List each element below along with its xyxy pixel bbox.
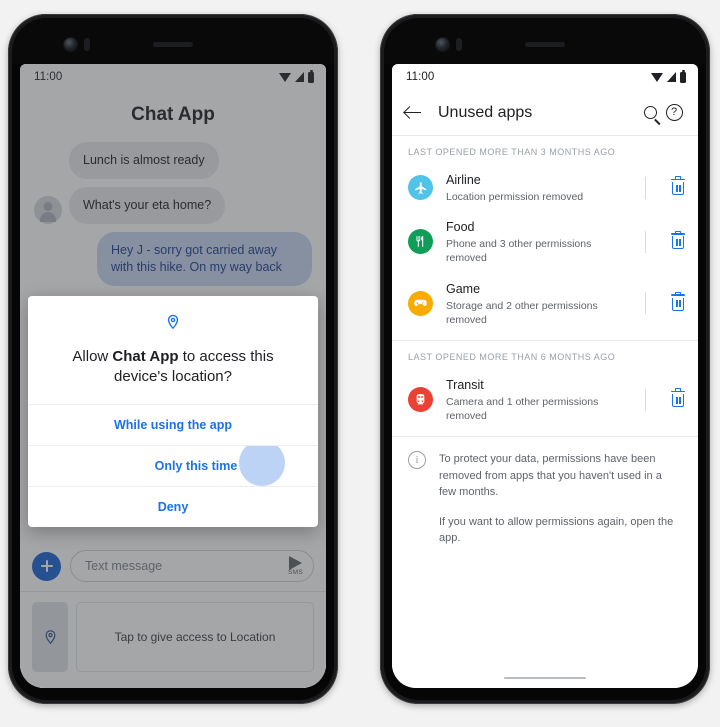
app-name: Game bbox=[446, 281, 481, 296]
list-item-text: Game Storage and 2 other permissions rem… bbox=[446, 280, 632, 327]
status-system-icons bbox=[651, 69, 686, 83]
info-text: To protect your data, permissions have b… bbox=[439, 451, 680, 547]
app-subtitle: Storage and 2 other permissions removed bbox=[446, 299, 598, 326]
unused-apps-screen: 11:00 Unused apps ? LAST OPENED MORE THA… bbox=[392, 64, 698, 688]
dialog-option-label: Deny bbox=[157, 500, 189, 514]
location-pin-icon bbox=[167, 314, 179, 330]
search-icon bbox=[643, 106, 657, 119]
search-button[interactable] bbox=[638, 101, 662, 125]
info-icon: i bbox=[408, 451, 426, 470]
divider bbox=[645, 230, 646, 253]
gamepad-icon bbox=[408, 290, 433, 316]
phone-inner-left: 11:00 Chat App Lunch is almost ready Wha… bbox=[12, 18, 334, 700]
back-arrow-icon[interactable] bbox=[402, 102, 424, 124]
unused-apps-list[interactable]: LAST OPENED MORE THAN 3 MONTHS AGO Airli… bbox=[392, 136, 698, 688]
app-subtitle: Location permission removed bbox=[446, 191, 584, 203]
dialog-option-label: Only this time bbox=[154, 459, 238, 473]
list-item[interactable]: Airline Location permission removed bbox=[392, 164, 698, 211]
phone-device-right: 11:00 Unused apps ? LAST OPENED MORE THA… bbox=[380, 14, 710, 704]
dialog-title-app: Chat App bbox=[112, 348, 179, 365]
help-button[interactable]: ? bbox=[662, 101, 686, 125]
screen-right: 11:00 Unused apps ? LAST OPENED MORE THA… bbox=[392, 64, 698, 688]
signal-icon bbox=[667, 72, 676, 82]
list-item[interactable]: Transit Camera and 1 other permissions r… bbox=[392, 369, 698, 430]
list-item-text: Transit Camera and 1 other permissions r… bbox=[446, 376, 632, 423]
train-icon bbox=[408, 387, 433, 413]
dialog-option-only-this-time[interactable]: Only this time bbox=[28, 445, 318, 486]
list-item[interactable]: Game Storage and 2 other permissions rem… bbox=[392, 273, 698, 334]
status-time: 11:00 bbox=[406, 71, 435, 83]
list-item-text: Food Phone and 3 other permissions remov… bbox=[446, 218, 632, 265]
home-gesture-bar[interactable] bbox=[504, 676, 586, 679]
divider bbox=[645, 388, 646, 411]
app-name: Transit bbox=[446, 377, 484, 392]
section-header: LAST OPENED MORE THAN 6 MONTHS AGO bbox=[408, 351, 616, 362]
restaurant-icon bbox=[408, 229, 433, 255]
info-paragraph: To protect your data, permissions have b… bbox=[439, 453, 662, 499]
dialog-header: Allow Chat App to access this device's l… bbox=[28, 296, 318, 404]
proximity-sensor-icon bbox=[84, 38, 90, 51]
app-subtitle: Camera and 1 other permissions removed bbox=[446, 395, 599, 423]
app-name: Food bbox=[446, 220, 475, 235]
phone-inner-right: 11:00 Unused apps ? LAST OPENED MORE THA… bbox=[384, 18, 706, 700]
wifi-icon bbox=[651, 72, 663, 82]
front-camera-icon bbox=[64, 38, 77, 51]
screenshot-stage: 11:00 Chat App Lunch is almost ready Wha… bbox=[0, 0, 720, 727]
trash-icon[interactable] bbox=[670, 388, 686, 409]
phone-top-bezel bbox=[384, 18, 706, 64]
dialog-option-label: While using the app bbox=[113, 418, 233, 432]
permission-dialog: Allow Chat App to access this device's l… bbox=[28, 296, 318, 527]
info-block: i To protect your data, permissions have… bbox=[392, 437, 698, 547]
section-header: LAST OPENED MORE THAN 3 MONTHS AGO bbox=[408, 147, 616, 157]
info-paragraph: If you want to allow permissions again, … bbox=[439, 515, 674, 545]
divider bbox=[645, 176, 646, 199]
phone-top-bezel bbox=[12, 18, 334, 64]
help-icon: ? bbox=[665, 104, 683, 121]
dialog-title: Allow Chat App to access this device's l… bbox=[48, 347, 298, 386]
screen-left: 11:00 Chat App Lunch is almost ready Wha… bbox=[20, 64, 326, 688]
app-name: Airline bbox=[446, 173, 481, 187]
trash-icon[interactable] bbox=[670, 292, 686, 312]
trash-icon[interactable] bbox=[670, 176, 686, 197]
front-camera-icon bbox=[436, 38, 449, 51]
dialog-title-prefix: Allow bbox=[72, 348, 113, 365]
list-item-text: Airline Location permission removed bbox=[446, 171, 632, 204]
earpiece-speaker bbox=[153, 42, 193, 47]
proximity-sensor-icon bbox=[456, 38, 462, 51]
divider bbox=[645, 292, 646, 315]
battery-icon bbox=[680, 69, 686, 83]
earpiece-speaker bbox=[525, 42, 565, 47]
phone-device-left: 11:00 Chat App Lunch is almost ready Wha… bbox=[8, 14, 338, 704]
chat-app-screen: 11:00 Chat App Lunch is almost ready Wha… bbox=[20, 64, 326, 688]
page-title: Unused apps bbox=[438, 103, 533, 121]
app-bar: Unused apps ? bbox=[392, 90, 698, 136]
dialog-option-while-using[interactable]: While using the app bbox=[28, 404, 318, 445]
airplane-icon bbox=[408, 175, 433, 201]
trash-icon[interactable] bbox=[670, 230, 686, 251]
list-item[interactable]: Food Phone and 3 other permissions remov… bbox=[392, 211, 698, 272]
dialog-option-deny[interactable]: Deny bbox=[28, 486, 318, 527]
ripple-effect bbox=[239, 446, 286, 486]
app-subtitle: Phone and 3 other permissions removed bbox=[446, 238, 592, 265]
status-bar-right: 11:00 bbox=[392, 64, 698, 90]
